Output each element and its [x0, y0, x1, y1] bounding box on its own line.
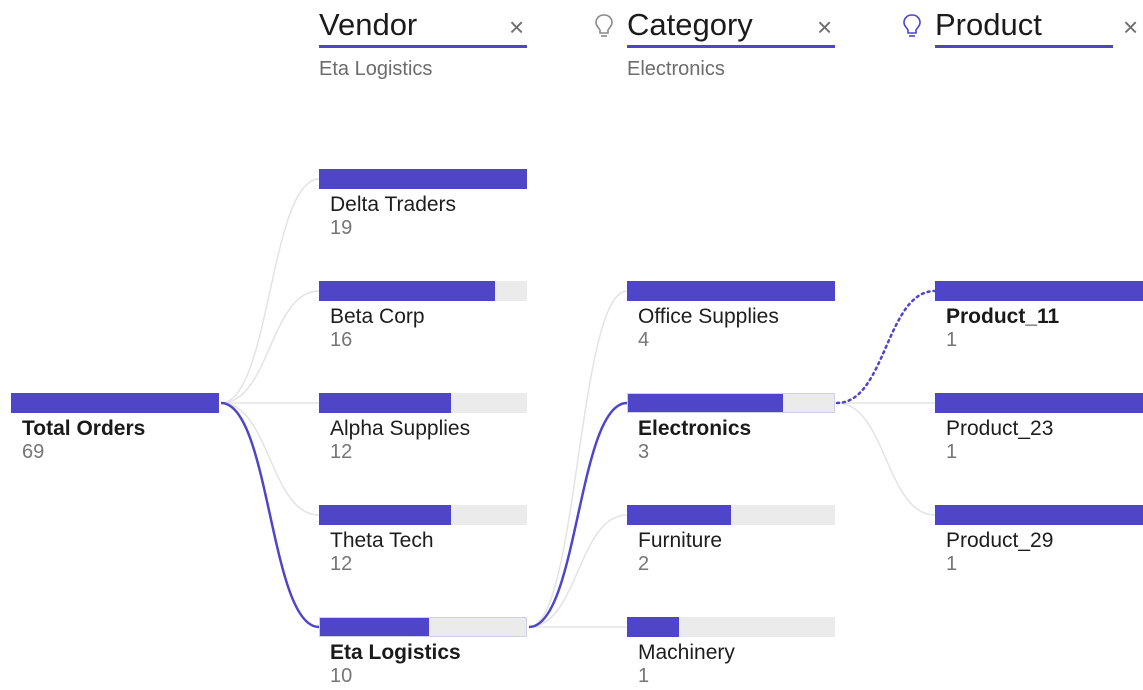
vendor-filter-value: Eta Logistics [319, 58, 433, 80]
category-header: Category × Electronics [627, 0, 847, 84]
category-label: Office Supplies [638, 305, 779, 328]
root-node[interactable]: Total Orders 69 [11, 393, 221, 473]
link-category-product-suggested [835, 289, 937, 405]
vendor-header-title: Vendor [319, 7, 418, 42]
link-category-product [836, 402, 936, 516]
vendor-value: 10 [330, 665, 353, 687]
vendor-label: Eta Logistics [330, 641, 461, 664]
vendor-value: 16 [330, 329, 353, 351]
vendor-bar-selected-outline [319, 617, 527, 637]
product-label: Product_29 [946, 529, 1054, 552]
vendor-value: 12 [330, 441, 353, 463]
root-label: Total Orders [22, 417, 146, 440]
category-bar-fill [627, 617, 679, 637]
category-bar-selected-outline [627, 393, 835, 413]
vendor-label: Theta Tech [330, 529, 434, 552]
vendor-label: Delta Traders [330, 193, 457, 216]
link-root-vendor [220, 290, 320, 404]
link-root-vendor-active [220, 401, 320, 629]
vendor-node-delta-traders[interactable]: Delta Traders 19 [319, 169, 529, 249]
vendor-label: Beta Corp [330, 305, 425, 328]
category-lightbulb-icon[interactable] [593, 12, 615, 42]
product-node-product-29[interactable]: Product_29 1 [935, 505, 1143, 585]
vendor-header-underline [319, 45, 527, 48]
link-vendor-category [528, 514, 628, 628]
category-node-furniture[interactable]: Furniture 2 [627, 505, 837, 585]
vendor-value: 12 [330, 553, 353, 575]
category-value: 2 [638, 553, 650, 575]
product-lightbulb-icon[interactable] [901, 12, 923, 42]
vendor-close-icon[interactable]: × [509, 12, 524, 42]
vendor-bar-fill [319, 169, 527, 189]
category-value: 3 [638, 441, 650, 463]
category-node-office-supplies[interactable]: Office Supplies 4 [627, 281, 837, 361]
category-value: 4 [638, 329, 650, 351]
vendor-bar-fill [319, 393, 451, 413]
category-node-machinery[interactable]: Machinery 1 [627, 617, 837, 690]
product-value: 1 [946, 329, 958, 351]
vendor-bar-fill [319, 281, 495, 301]
category-bar-fill [627, 505, 731, 525]
product-close-icon[interactable]: × [1123, 12, 1138, 42]
product-header-title: Product [935, 7, 1042, 42]
link-root-vendor [220, 402, 320, 516]
product-label: Product_23 [946, 417, 1054, 440]
vendor-label: Alpha Supplies [330, 417, 471, 440]
category-bar-fill [627, 281, 835, 301]
category-label: Electronics [638, 417, 752, 440]
root-bar-fill [11, 393, 219, 413]
vendor-node-theta-tech[interactable]: Theta Tech 12 [319, 505, 529, 585]
category-label: Machinery [638, 641, 735, 664]
vendor-node-beta-corp[interactable]: Beta Corp 16 [319, 281, 529, 361]
category-node-electronics[interactable]: Electronics 3 [627, 393, 837, 473]
vendor-bar-fill [319, 505, 451, 525]
root-value: 69 [22, 441, 45, 463]
category-close-icon[interactable]: × [817, 12, 832, 42]
product-bar-fill [935, 393, 1143, 413]
vendor-node-eta-logistics[interactable]: Eta Logistics 10 [319, 617, 529, 690]
category-value: 1 [638, 665, 650, 687]
product-value: 1 [946, 553, 958, 575]
product-bar-fill [935, 505, 1143, 525]
product-header: Product × [935, 0, 1143, 84]
category-filter-value: Electronics [627, 58, 725, 80]
link-vendor-category [528, 290, 628, 628]
product-header-underline [935, 45, 1113, 48]
product-bar-fill [935, 281, 1143, 301]
product-value: 1 [946, 441, 958, 463]
product-label: Product_11 [946, 305, 1060, 328]
product-node-product-23[interactable]: Product_23 1 [935, 393, 1143, 473]
category-header-title: Category [627, 7, 753, 42]
category-header-underline [627, 45, 835, 48]
link-vendor-category-active [528, 401, 628, 629]
vendor-value: 19 [330, 217, 353, 239]
link-root-vendor [220, 178, 320, 404]
vendor-header: Vendor × Eta Logistics [319, 0, 539, 84]
vendor-node-alpha-supplies[interactable]: Alpha Supplies 12 [319, 393, 529, 473]
product-node-product-11[interactable]: Product_11 1 [935, 281, 1143, 361]
category-label: Furniture [638, 529, 723, 552]
